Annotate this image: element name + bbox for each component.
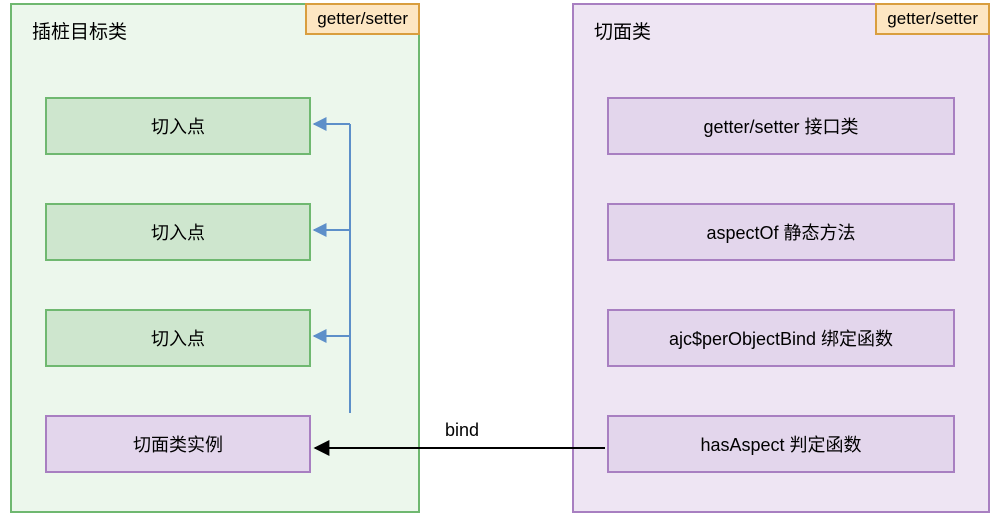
pointcut-box-3: 切入点 [45,309,311,367]
pointcut-box-2: 切入点 [45,203,311,261]
item-label: aspectOf 静态方法 [706,219,855,245]
pointcut-label: 切入点 [151,113,205,139]
target-class-container: 插桩目标类 getter/setter 切入点 切入点 切入点 切面类实例 [10,3,420,513]
item-label: getter/setter 接口类 [703,113,858,139]
aspectof-method-box: aspectOf 静态方法 [607,203,955,261]
target-class-title: 插桩目标类 [32,17,127,44]
aspect-class-container: 切面类 getter/setter getter/setter 接口类 aspe… [572,3,990,513]
pointcut-label: 切入点 [151,219,205,245]
has-aspect-box: hasAspect 判定函数 [607,415,955,473]
item-label: hasAspect 判定函数 [700,431,861,457]
getter-setter-interface-box: getter/setter 接口类 [607,97,955,155]
aspect-instance-box: 切面类实例 [45,415,311,473]
aspect-class-title: 切面类 [594,17,651,44]
getter-setter-badge-right: getter/setter [875,3,990,35]
getter-setter-badge-left: getter/setter [305,3,420,35]
pointcut-label: 切入点 [151,325,205,351]
aspect-instance-label: 切面类实例 [133,431,223,457]
per-object-bind-box: ajc$perObjectBind 绑定函数 [607,309,955,367]
bind-label: bind [445,420,479,441]
pointcut-box-1: 切入点 [45,97,311,155]
item-label: ajc$perObjectBind 绑定函数 [669,325,893,351]
